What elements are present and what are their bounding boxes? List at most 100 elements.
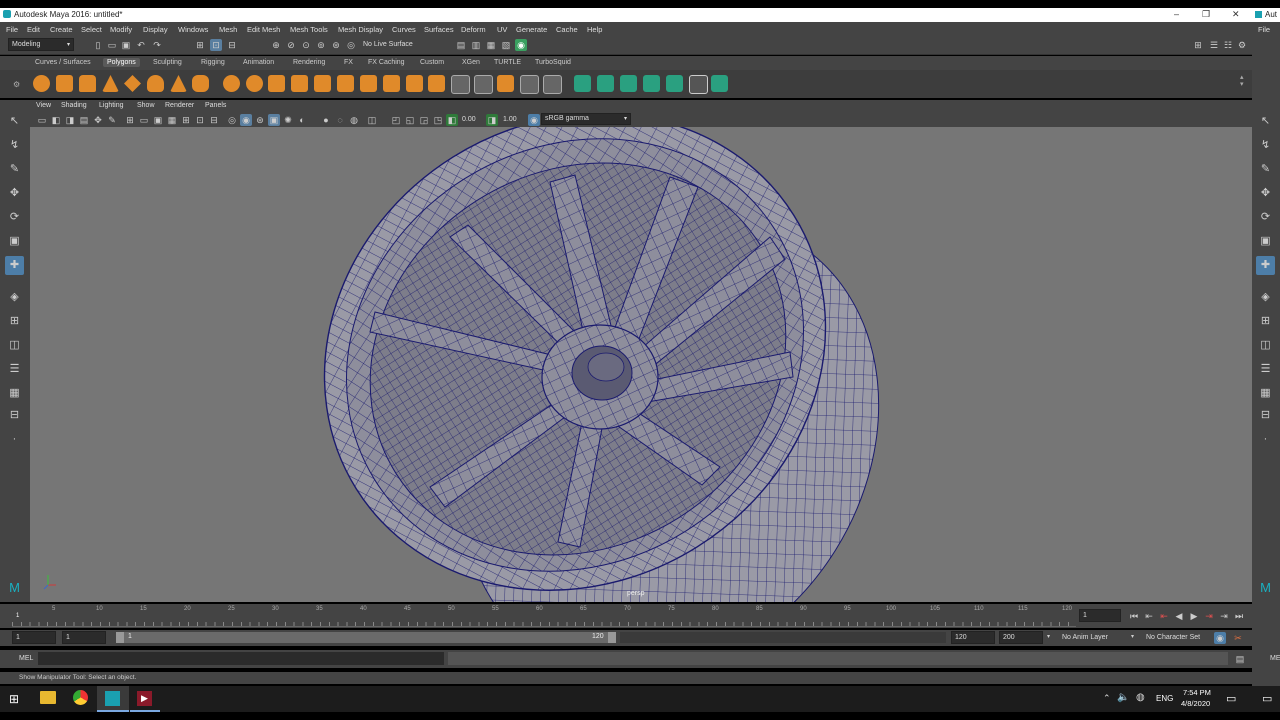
ipr-render-icon[interactable]: ▦ bbox=[485, 39, 497, 51]
append-icon[interactable] bbox=[406, 75, 423, 92]
shelf-tab-fx-caching[interactable]: FX Caching bbox=[364, 58, 409, 67]
lasso-tool-icon[interactable]: ↯ bbox=[5, 136, 24, 155]
toolbox-more-icon[interactable]: · bbox=[1256, 430, 1275, 449]
graph-layout-icon[interactable]: ▦ bbox=[1256, 384, 1275, 403]
command-language-label[interactable]: MEL bbox=[19, 655, 33, 662]
graph-layout-icon[interactable]: ▦ bbox=[5, 384, 24, 403]
menu-surfaces[interactable]: Surfaces bbox=[424, 25, 454, 34]
wireframe-on-shaded-icon[interactable]: ⊛ bbox=[254, 114, 266, 126]
panel-menu-panels[interactable]: Panels bbox=[205, 102, 226, 109]
planar-uv-icon[interactable] bbox=[520, 75, 539, 94]
end-time-field[interactable]: 200 bbox=[999, 631, 1043, 644]
poly-plane-icon[interactable] bbox=[147, 75, 164, 92]
poly-sphere-icon[interactable] bbox=[33, 75, 50, 92]
command-input[interactable] bbox=[38, 652, 444, 665]
chevron-down-icon[interactable]: ▾ bbox=[1047, 633, 1050, 640]
textured-icon[interactable]: ▣ bbox=[268, 114, 280, 126]
xray-icon[interactable]: ◰ bbox=[390, 114, 402, 126]
menu-cache[interactable]: Cache bbox=[556, 25, 578, 34]
menu-modify[interactable]: Modify bbox=[110, 25, 132, 34]
unfold-uv-icon[interactable] bbox=[643, 75, 660, 92]
scale-tool-icon[interactable]: ▣ bbox=[5, 232, 24, 251]
xray-joints-icon[interactable]: ◱ bbox=[404, 114, 416, 126]
range-end-handle[interactable] bbox=[608, 632, 616, 643]
playback-start-field[interactable]: 1 bbox=[62, 631, 106, 644]
two-d-pan-icon[interactable]: ✥ bbox=[92, 114, 104, 126]
select-object-icon[interactable]: ⊡ bbox=[210, 39, 222, 51]
render-view-icon[interactable]: ▤ bbox=[455, 39, 467, 51]
select-tool-icon[interactable]: ↖ bbox=[5, 112, 24, 131]
shelf-tab-polygons[interactable]: Polygons bbox=[103, 58, 140, 67]
playback-end-field[interactable]: 120 bbox=[951, 631, 995, 644]
open-scene-icon[interactable]: ▭ bbox=[106, 39, 118, 51]
menu-create[interactable]: Create bbox=[50, 25, 73, 34]
merge-icon[interactable] bbox=[451, 75, 470, 94]
symmetry-icon[interactable] bbox=[711, 75, 728, 92]
snap-point-icon[interactable]: ⊙ bbox=[300, 39, 312, 51]
close-button[interactable]: ✕ bbox=[1232, 9, 1240, 20]
step-forward-key-icon[interactable]: ⇥ bbox=[1203, 610, 1215, 622]
snap-surface-icon[interactable]: ⊛ bbox=[330, 39, 342, 51]
fill-hole-icon[interactable] bbox=[428, 75, 445, 92]
second-menu-file[interactable]: File bbox=[1258, 25, 1270, 34]
gate-mask-icon[interactable]: ▦ bbox=[166, 114, 178, 126]
character-set-dropdown[interactable]: No Character Set bbox=[1142, 631, 1212, 644]
anim-layer-dropdown[interactable]: No Anim Layer bbox=[1058, 631, 1138, 644]
poly-pipe-icon[interactable] bbox=[192, 75, 209, 92]
panel-menu-renderer[interactable]: Renderer bbox=[165, 102, 194, 109]
restore-button[interactable]: ❐ bbox=[1202, 9, 1210, 20]
poly-cube-icon[interactable] bbox=[56, 75, 73, 92]
toolbox-more-icon[interactable]: · bbox=[5, 430, 24, 449]
menu-curves[interactable]: Curves bbox=[392, 25, 416, 34]
multi-cut-icon[interactable] bbox=[360, 75, 377, 92]
shadows-icon[interactable]: ◐ bbox=[296, 114, 308, 126]
menu-display[interactable]: Display bbox=[143, 25, 168, 34]
menu-select[interactable]: Select bbox=[81, 25, 102, 34]
menu-generate[interactable]: Generate bbox=[516, 25, 547, 34]
uv-editor-icon[interactable] bbox=[574, 75, 591, 92]
undo-icon[interactable]: ↶ bbox=[135, 39, 147, 51]
poly-cylinder-icon[interactable] bbox=[79, 75, 96, 92]
sew-uv-icon[interactable] bbox=[620, 75, 637, 92]
show-hidden-icons-icon[interactable]: ⌃ bbox=[1103, 693, 1111, 704]
shelf-options-icon[interactable]: ⚙ bbox=[13, 80, 20, 89]
menu-file[interactable]: File bbox=[6, 25, 18, 34]
single-perspective-layout-icon[interactable]: ◈ bbox=[5, 288, 24, 307]
shelf-tab-custom[interactable]: Custom bbox=[416, 58, 448, 67]
attribute-editor-icon[interactable]: ☰ bbox=[1208, 39, 1220, 51]
grease-pencil-icon[interactable]: ✎ bbox=[106, 114, 118, 126]
poly-cone-icon[interactable] bbox=[102, 75, 119, 92]
four-view-layout-icon[interactable]: ⊞ bbox=[5, 312, 24, 331]
menu-mesh-display[interactable]: Mesh Display bbox=[338, 25, 383, 34]
poly-pyramid-icon[interactable] bbox=[170, 75, 187, 92]
wireframe-icon[interactable]: ◎ bbox=[226, 114, 238, 126]
extrude-icon[interactable] bbox=[314, 75, 331, 92]
cut-uv-icon[interactable] bbox=[597, 75, 614, 92]
backface-culling-icon[interactable]: ◳ bbox=[432, 114, 444, 126]
single-perspective-layout-icon[interactable]: ◈ bbox=[1256, 288, 1275, 307]
camera-icon[interactable]: ▭ bbox=[36, 114, 48, 126]
panel-menu-view[interactable]: View bbox=[36, 102, 51, 109]
outliner-layout-icon[interactable]: ☰ bbox=[5, 360, 24, 379]
use-all-lights-icon[interactable]: ✺ bbox=[282, 114, 294, 126]
mirror-icon[interactable] bbox=[268, 75, 285, 92]
poly-torus-icon[interactable] bbox=[124, 75, 141, 92]
smooth-shade-icon[interactable]: ◉ bbox=[240, 114, 252, 126]
notifications-icon[interactable]: ▭ bbox=[1226, 692, 1236, 705]
two-view-layout-icon[interactable]: ◫ bbox=[1256, 336, 1275, 355]
clock-date[interactable]: 4/8/2020 bbox=[1181, 699, 1210, 708]
perspective-viewport[interactable]: persp bbox=[30, 127, 1252, 602]
anti-aliasing-icon[interactable]: ◍ bbox=[348, 114, 360, 126]
shelf-tab-fx[interactable]: FX bbox=[340, 58, 357, 67]
menu-help[interactable]: Help bbox=[587, 25, 602, 34]
clock-time[interactable]: 7:54 PM bbox=[1183, 688, 1211, 697]
separate-icon[interactable] bbox=[246, 75, 263, 92]
combine-icon[interactable] bbox=[223, 75, 240, 92]
menu-deform[interactable]: Deform bbox=[461, 25, 486, 34]
menu-windows[interactable]: Windows bbox=[178, 25, 208, 34]
menu-uv[interactable]: UV bbox=[497, 25, 507, 34]
shelf-tab-sculpting[interactable]: Sculpting bbox=[149, 58, 186, 67]
safe-title-icon[interactable]: ⊟ bbox=[208, 114, 220, 126]
rotate-tool-icon[interactable]: ⟳ bbox=[1256, 208, 1275, 227]
manipulator-tool-icon[interactable]: ✚ bbox=[1256, 256, 1275, 275]
